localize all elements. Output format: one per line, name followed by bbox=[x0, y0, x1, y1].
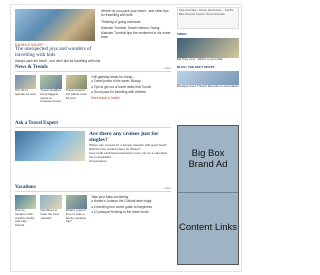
ask-section: Are there any cruises just for singles? … bbox=[15, 131, 171, 183]
vacation-list-item[interactable]: 10 passport thinking to the travel world bbox=[91, 210, 171, 215]
more-link[interactable]: more bbox=[164, 66, 171, 70]
ask-line[interactable]: Can credit card/travel insurance cover m… bbox=[89, 151, 171, 159]
feature-image[interactable] bbox=[15, 9, 95, 41]
news-list: Grill gateway deals for cheap... Travel … bbox=[91, 75, 171, 119]
section-ask-title: Ask a Travel Expert bbox=[15, 121, 171, 128]
ask-more-link[interactable]: All questions bbox=[89, 159, 171, 163]
ask-image[interactable] bbox=[15, 131, 85, 161]
sidebar-ad-text[interactable]: Park Australia - Ocean Resources ... Pac… bbox=[177, 7, 239, 29]
news-section: Top 40 to Qantas for less Travel-weather… bbox=[15, 75, 171, 119]
blog-label: BLOG: THE SOFT SPOTS bbox=[177, 64, 215, 69]
feature-bullet-link[interactable]: Always pack the travel - and other tips … bbox=[15, 59, 100, 63]
vacation-item[interactable]: What's a good time to plan a family vaca… bbox=[65, 195, 88, 245]
feature-headline[interactable]: The unexpected joys and wonders of trave… bbox=[15, 46, 97, 58]
news-caption[interactable]: Travel-weather bring biggest travel-to-b… bbox=[40, 88, 61, 104]
top-story-list: Where do you pack your travel - and othe… bbox=[101, 9, 171, 41]
content-links-label: Content Links bbox=[178, 222, 238, 233]
vacation-thumb[interactable] bbox=[15, 195, 37, 209]
section-title: News & Trends bbox=[15, 65, 48, 70]
blog-caption[interactable]: Boutique hotel: Travel's favourite no-ma… bbox=[177, 84, 239, 89]
big-box-label: Big Box Brand Ad bbox=[188, 148, 228, 170]
top-story-link[interactable]: Malcolm Turnbull, Sarah Hanson-Young: Ma… bbox=[101, 26, 171, 39]
blog-thumbnail[interactable] bbox=[177, 70, 239, 85]
sidebar: Park Australia - Ocean Resources ... Pac… bbox=[177, 7, 239, 269]
top-feature: DANIELLE MILLER The unexpected joys and … bbox=[15, 7, 171, 63]
news-item[interactable]: Top 40 to Qantas for less bbox=[15, 75, 37, 119]
main-column: DANIELLE MILLER The unexpected joys and … bbox=[15, 7, 171, 245]
vacation-thumb[interactable] bbox=[40, 195, 62, 209]
news-thumb[interactable] bbox=[15, 75, 37, 89]
news-thumb[interactable] bbox=[40, 75, 62, 89]
section-title: Vacations bbox=[15, 185, 36, 190]
vacations-list: Take your baby snorkeling Hunter's Juras… bbox=[91, 195, 171, 245]
news-item[interactable]: Travel-weather bring biggest travel-to-b… bbox=[40, 75, 62, 119]
vacation-caption[interactable]: How to vacation with another family and … bbox=[15, 208, 36, 228]
vacation-caption[interactable]: What's a good time to plan a family vaca… bbox=[66, 208, 87, 224]
vacation-item[interactable]: Sacrifices to have the best vacation bbox=[40, 195, 62, 245]
news-caption[interactable]: Top 40 to Qantas for less bbox=[15, 88, 36, 97]
vacation-thumb[interactable] bbox=[65, 195, 88, 209]
section-news-title: News & Trends more bbox=[15, 65, 171, 72]
news-thumb[interactable] bbox=[65, 75, 88, 89]
top-story-link[interactable]: Where do you pack your travel - and othe… bbox=[101, 9, 171, 18]
section-title: Ask a Travel Expert bbox=[15, 121, 59, 126]
vacations-section: How to vacation with another family and … bbox=[15, 195, 171, 245]
page: DANIELLE MILLER The unexpected joys and … bbox=[10, 4, 242, 272]
vacation-caption[interactable]: Sacrifices to have the best vacation bbox=[40, 208, 61, 220]
video-caption[interactable]: Eat Pray Love - Where to go to Bali bbox=[177, 57, 239, 62]
section-vacations-title: Vacations more bbox=[15, 185, 171, 192]
video-label: VIDEO bbox=[177, 32, 187, 36]
top-story-link[interactable]: Thinking of going overseas bbox=[101, 20, 171, 24]
news-caption[interactable]: Travel around the planet once for less bbox=[66, 88, 87, 100]
video-thumbnail[interactable] bbox=[177, 38, 239, 58]
ad-divider bbox=[178, 192, 238, 193]
ask-question[interactable]: Are there any cruises just for singles? bbox=[89, 131, 171, 143]
news-item[interactable]: Travel around the planet once for less bbox=[65, 75, 88, 119]
news-more-link[interactable]: More travel & health bbox=[91, 96, 171, 100]
big-box-ad[interactable]: Big Box Brand Ad Content Links bbox=[177, 125, 239, 265]
ask-content: Are there any cruises just for singles? … bbox=[89, 131, 171, 183]
more-link[interactable]: more bbox=[164, 186, 171, 190]
vacation-item[interactable]: How to vacation with another family and … bbox=[15, 195, 37, 245]
